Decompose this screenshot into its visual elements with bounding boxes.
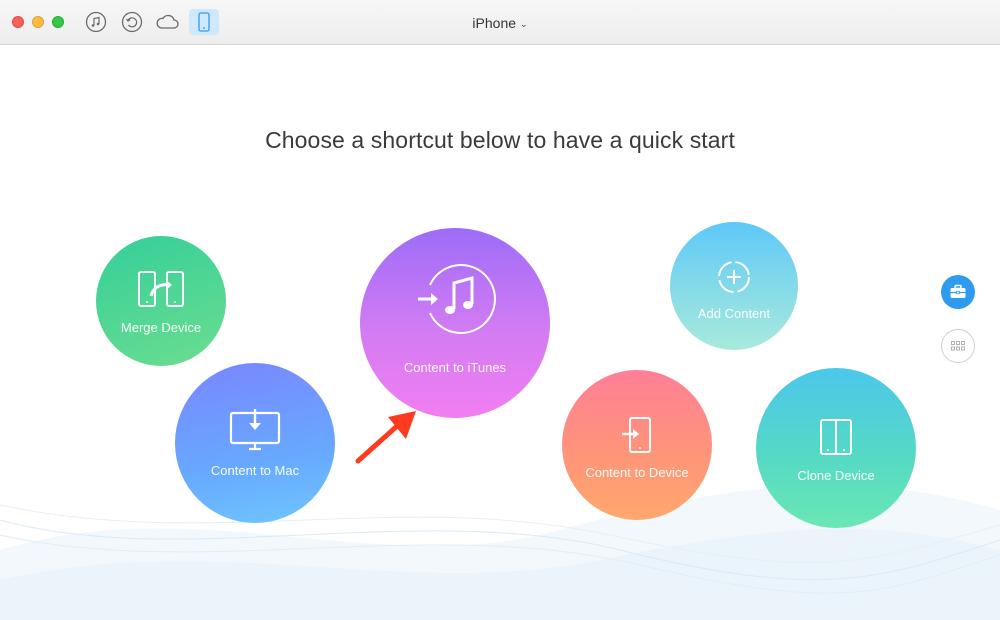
iphone-icon — [198, 12, 210, 32]
window-minimize-button[interactable] — [32, 16, 44, 28]
itunes-transfer-icon — [418, 264, 496, 334]
merge-device-shortcut[interactable]: Merge Device — [96, 236, 226, 366]
window-zoom-button[interactable] — [52, 16, 64, 28]
device-selector-label: iPhone — [472, 15, 517, 31]
content-to-device-label: Content to Device — [585, 465, 689, 480]
merge-devices-icon — [138, 271, 184, 307]
music-note-icon — [85, 11, 107, 33]
phone-import-icon — [622, 417, 651, 453]
add-content-shortcut[interactable]: Add Content — [670, 222, 798, 350]
toolbox-icon — [950, 284, 966, 298]
clone-device-shortcut[interactable]: Clone Device — [756, 368, 916, 528]
monitor-download-icon — [229, 409, 281, 451]
music-toolbar-button[interactable] — [82, 9, 110, 35]
clone-device-icon — [820, 419, 852, 455]
page-title: Choose a shortcut below to have a quick … — [265, 127, 735, 153]
icloud-toolbar-button[interactable] — [153, 9, 181, 35]
add-content-label: Add Content — [697, 306, 771, 321]
title-bar: iPhone ⌄ — [0, 0, 1000, 45]
more-apps-button[interactable] — [941, 329, 975, 363]
window-close-button[interactable] — [12, 16, 24, 28]
merge-device-label: Merge Device — [120, 320, 202, 335]
content-to-itunes-shortcut[interactable]: Content to iTunes — [360, 228, 550, 418]
add-circle-icon — [718, 261, 750, 293]
backup-history-toolbar-button[interactable] — [118, 9, 146, 35]
device-selector[interactable]: iPhone ⌄ — [450, 13, 550, 33]
history-icon — [121, 11, 143, 33]
device-toolbar-button[interactable] — [189, 9, 219, 35]
content-to-mac-label: Content to Mac — [210, 463, 300, 478]
content-to-device-shortcut[interactable]: Content to Device — [562, 370, 712, 520]
clone-device-label: Clone Device — [797, 468, 875, 483]
chevron-down-icon: ⌄ — [520, 18, 528, 29]
grid-icon — [951, 341, 965, 351]
content-to-itunes-label: Content to iTunes — [403, 360, 507, 375]
red-arrow-icon — [355, 411, 416, 464]
cloud-icon — [156, 14, 179, 29]
content-to-mac-shortcut[interactable]: Content to Mac — [175, 363, 335, 523]
toolkit-button[interactable] — [941, 275, 975, 309]
